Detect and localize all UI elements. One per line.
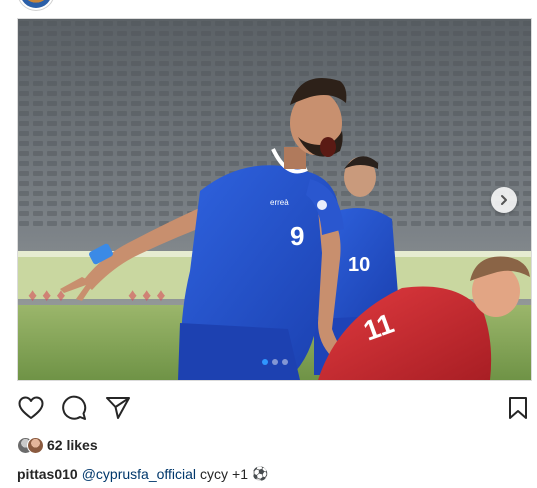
- bookmark-icon: [509, 397, 527, 419]
- likes-row: 62 likes: [17, 436, 98, 454]
- caption-text: cycy: [200, 466, 229, 482]
- save-button[interactable]: [504, 394, 532, 422]
- comment-icon: [62, 395, 87, 420]
- share-button[interactable]: [104, 394, 132, 422]
- heart-icon: [18, 396, 44, 419]
- avatar: [27, 437, 44, 454]
- football-photo: ♦ ♦ ♦ ♦ ♦ ♦ 10 9 erreà 11: [18, 19, 531, 380]
- comment-button[interactable]: [60, 394, 88, 422]
- carousel-dot: [261, 359, 268, 365]
- likes-count[interactable]: 62 likes: [47, 437, 98, 453]
- carousel-next-button[interactable]: [491, 187, 517, 213]
- svg-text:♦ ♦ ♦: ♦ ♦ ♦: [28, 285, 66, 305]
- post-caption: pittas010 @cyprusfa_official cycy +1 ⚽: [17, 464, 268, 484]
- svg-text:♦ ♦ ♦: ♦ ♦ ♦: [128, 285, 166, 305]
- caption-extra: +1: [232, 466, 249, 482]
- svg-text:10: 10: [348, 254, 370, 276]
- brand-logo-text: erreà: [270, 198, 289, 207]
- caption-username[interactable]: pittas010: [17, 466, 78, 482]
- carousel-dot: [281, 359, 288, 365]
- chevron-right-icon: [501, 195, 507, 205]
- profile-avatar[interactable]: [20, 0, 52, 8]
- jersey-number: 9: [290, 221, 304, 251]
- carousel-dot: [271, 359, 278, 365]
- like-button[interactable]: [17, 394, 45, 422]
- crest-icon: [317, 200, 327, 210]
- carousel-indicator: [18, 359, 531, 365]
- soccer-ball-icon: ⚽: [252, 466, 269, 482]
- instagram-post: ♦ ♦ ♦ ♦ ♦ ♦ 10 9 erreà 11 62 likes pitta…: [0, 0, 537, 488]
- action-bar: [17, 394, 532, 422]
- caption-mention[interactable]: @cyprusfa_official: [82, 466, 196, 482]
- post-image[interactable]: ♦ ♦ ♦ ♦ ♦ ♦ 10 9 erreà 11: [17, 18, 532, 381]
- liker-avatars: [17, 437, 44, 454]
- paper-plane-icon: [106, 397, 130, 419]
